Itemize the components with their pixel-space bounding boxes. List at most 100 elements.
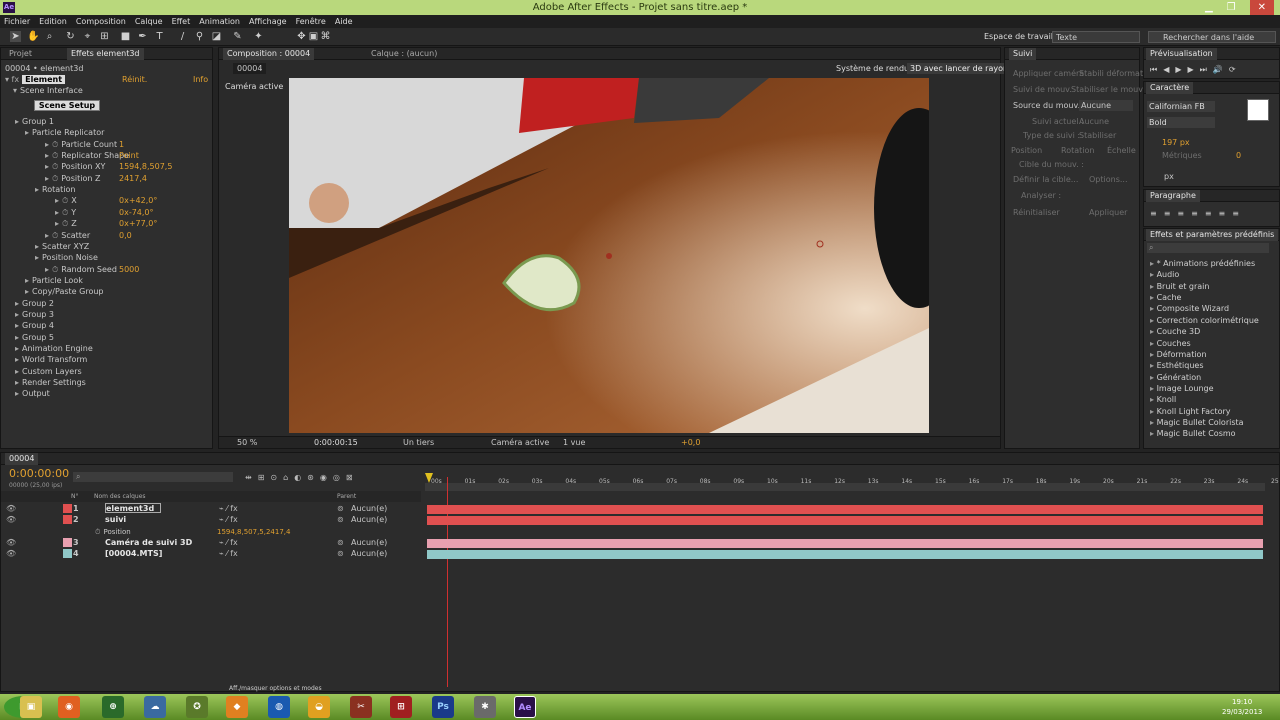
- menu-item-2[interactable]: Composition: [76, 15, 126, 28]
- layer-duration-bar[interactable]: [427, 550, 1263, 559]
- effect-param-row[interactable]: ▸ Scatter XYZ: [35, 241, 89, 252]
- expand-triangle-icon[interactable]: ▸: [15, 389, 19, 398]
- expand-triangle-icon[interactable]: ▸: [15, 344, 19, 353]
- label-color-swatch[interactable]: [63, 515, 72, 524]
- current-track-select[interactable]: Aucune: [1079, 116, 1109, 127]
- track-motion-button[interactable]: Suivi de mouv.: [1013, 84, 1072, 95]
- effect-param-row[interactable]: ▸ Rotation: [35, 184, 75, 195]
- axis-mode-icon[interactable]: ✥: [296, 31, 307, 42]
- stopwatch-icon[interactable]: ⏱: [62, 219, 68, 228]
- expand-triangle-icon[interactable]: ▸: [15, 117, 19, 126]
- effect-param-row[interactable]: ▸ Particle Look: [25, 275, 83, 286]
- effects-category-item[interactable]: Audio: [1150, 269, 1180, 280]
- layer-name[interactable]: element3d: [105, 503, 162, 513]
- zoom-select[interactable]: 50 %: [237, 437, 257, 448]
- expand-triangle-icon[interactable]: ▸: [15, 333, 19, 342]
- effect-param-row[interactable]: ▸ ⏱ Position Z: [45, 173, 100, 184]
- zoom-tool-icon[interactable]: ⌕: [44, 31, 55, 42]
- resolution-select[interactable]: Un tiers: [403, 437, 434, 448]
- effects-category-item[interactable]: Bruit et grain: [1150, 281, 1210, 292]
- effect-param-value[interactable]: Point: [119, 150, 139, 161]
- effects-category-item[interactable]: Correction colorimétrique: [1150, 315, 1259, 326]
- stopwatch-icon[interactable]: ⏱: [52, 151, 58, 160]
- motion-source-select[interactable]: Aucune: [1079, 100, 1133, 111]
- reset-link[interactable]: Réinit.: [122, 74, 147, 85]
- eye-icon[interactable]: 👁: [6, 514, 16, 525]
- effect-param-value[interactable]: 5000: [119, 264, 139, 275]
- app-icon-7[interactable]: ◍: [268, 696, 290, 718]
- table-row[interactable]: 👁 4 [00004.MTS] ⌁ ⁄ fx ⊚ Aucun(e): [1, 548, 421, 559]
- effects-category-item[interactable]: Image Lounge: [1150, 383, 1214, 394]
- app-icon-12[interactable]: ✱: [474, 696, 496, 718]
- parent-select[interactable]: Aucun(e): [351, 503, 387, 514]
- parent-pick-whip-icon[interactable]: ⊚: [337, 514, 344, 525]
- tab-layer[interactable]: Calque : (aucun): [367, 48, 441, 60]
- view-axis-icon[interactable]: ⌘: [320, 31, 331, 42]
- font-style-select[interactable]: Bold: [1147, 117, 1215, 128]
- effect-param-value[interactable]: 0x+77,0°: [119, 218, 157, 229]
- label-color-swatch[interactable]: [63, 549, 72, 558]
- expand-triangle-icon[interactable]: ▸: [35, 242, 39, 251]
- tab-effects-presets[interactable]: Effets et paramètres prédéfinis: [1146, 229, 1279, 241]
- layer-switches[interactable]: ⌁ ⁄ fx: [219, 503, 238, 514]
- camera-select[interactable]: Caméra active: [491, 437, 549, 448]
- expand-triangle-icon[interactable]: ▸: [15, 367, 19, 376]
- expand-triangle-icon[interactable]: ▸: [45, 151, 49, 160]
- expand-triangle-icon[interactable]: ▸: [45, 174, 49, 183]
- explorer-icon[interactable]: ▣: [20, 696, 42, 718]
- app-icon-8[interactable]: ◒: [308, 696, 330, 718]
- menu-item-0[interactable]: Fichier: [4, 15, 30, 28]
- font-size-value[interactable]: 197 px: [1162, 137, 1190, 148]
- stabilize-motion-button[interactable]: Stabiliser le mouv.: [1071, 84, 1145, 95]
- layer-duration-bar[interactable]: [427, 539, 1263, 548]
- kerning-value[interactable]: Métriques: [1162, 150, 1202, 161]
- effect-param-row[interactable]: ▸ Custom Layers: [15, 366, 82, 377]
- effects-category-item[interactable]: Cache: [1150, 292, 1182, 303]
- edit-target-button[interactable]: Définir la cible...: [1013, 174, 1078, 185]
- layer-switches[interactable]: ⌁ ⁄ fx: [219, 514, 238, 525]
- tab-character[interactable]: Caractère: [1146, 82, 1194, 94]
- expand-triangle-icon[interactable]: ▸: [15, 378, 19, 387]
- app-icon-9[interactable]: ✂: [350, 696, 372, 718]
- menu-item-1[interactable]: Edition: [39, 15, 67, 28]
- timeline-switches[interactable]: ⇹⊞⊙⌂◐⊛◉◎⊠: [245, 472, 359, 483]
- warp-stabilizer-button[interactable]: Stabili déformat: [1079, 68, 1143, 79]
- font-family-select[interactable]: Californian FB: [1147, 101, 1215, 112]
- expand-triangle-icon[interactable]: ▸: [55, 208, 59, 217]
- tab-preview[interactable]: Prévisualisation: [1146, 48, 1217, 60]
- effects-category-item[interactable]: Esthétiques: [1150, 360, 1204, 371]
- close-icon[interactable]: ✕: [1249, 0, 1274, 15]
- scene-interface-row[interactable]: ▾ Scene Interface: [13, 85, 83, 96]
- label-color-swatch[interactable]: [63, 504, 72, 513]
- world-axis-icon[interactable]: ▣: [308, 31, 319, 42]
- effects-category-item[interactable]: Magic Bullet Cosmo: [1150, 428, 1236, 439]
- table-row[interactable]: 👁 1 element3d ⌁ ⁄ fx ⊚ Aucun(e): [1, 503, 421, 514]
- stopwatch-icon[interactable]: ⏱: [52, 174, 58, 183]
- camera-tool-icon[interactable]: ⌖: [82, 31, 93, 42]
- effects-category-item[interactable]: Composite Wizard: [1150, 303, 1230, 314]
- menu-item-3[interactable]: Calque: [135, 15, 163, 28]
- photoshop-icon[interactable]: Ps: [432, 696, 454, 718]
- text-tool-icon[interactable]: T: [154, 31, 165, 42]
- layer-name[interactable]: suivi: [105, 514, 126, 525]
- expand-triangle-icon[interactable]: ▸: [15, 310, 19, 319]
- eraser-tool-icon[interactable]: ◪: [211, 31, 222, 42]
- app-icon-10[interactable]: ⊞: [390, 696, 412, 718]
- help-search-input[interactable]: Rechercher dans l'aide: [1148, 31, 1276, 43]
- effect-param-value[interactable]: 0,0: [119, 230, 132, 241]
- stopwatch-icon[interactable]: ⏱: [62, 208, 68, 217]
- selection-tool-icon[interactable]: ➤: [10, 31, 21, 42]
- menu-item-7[interactable]: Fenêtre: [296, 15, 326, 28]
- timeline-timecode[interactable]: 0:00:00:00: [9, 467, 69, 481]
- effects-category-item[interactable]: * Animations prédéfinies: [1150, 258, 1256, 269]
- table-row[interactable]: 👁 2 suivi ⌁ ⁄ fx ⊚ Aucun(e): [1, 514, 421, 525]
- expand-triangle-icon[interactable]: ▸: [45, 162, 49, 171]
- expand-triangle-icon[interactable]: ▸: [55, 219, 59, 228]
- layer-duration-bar[interactable]: [427, 505, 1263, 514]
- parent-pick-whip-icon[interactable]: ⊚: [337, 548, 344, 559]
- effect-param-row[interactable]: ▸ Animation Engine: [15, 343, 93, 354]
- brush-tool-icon[interactable]: /: [177, 31, 188, 42]
- rectangle-tool-icon[interactable]: ■: [120, 31, 131, 42]
- effect-param-row[interactable]: ▸ ⏱ Position XY: [45, 161, 105, 172]
- workspace-select[interactable]: Texte: [1052, 31, 1140, 43]
